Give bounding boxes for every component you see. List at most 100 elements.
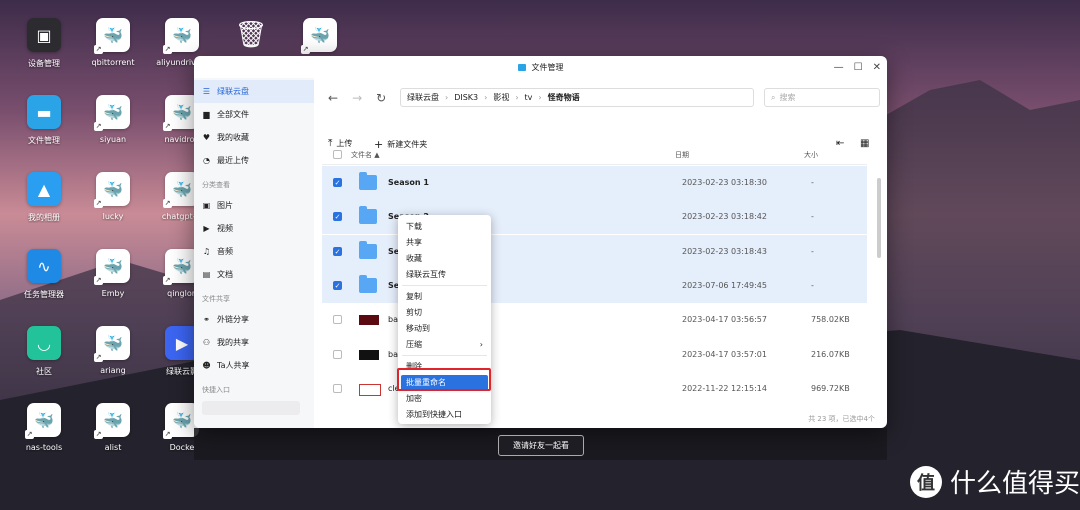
maximize-icon[interactable]: ☐: [854, 62, 863, 73]
breadcrumb-item[interactable]: 影视: [493, 92, 509, 103]
sidebar-item-ugreen-cloud[interactable]: ☰ 绿联云盘: [194, 80, 314, 103]
breadcrumb-item[interactable]: DISK3: [454, 93, 478, 102]
desktop-icon-label: siyuan: [99, 135, 127, 144]
row-checkbox[interactable]: [333, 384, 342, 393]
search-input[interactable]: ⌕ 搜索: [764, 88, 880, 107]
shortcut-arrow-icon: ↗: [163, 122, 172, 131]
desktop-icon[interactable]: 🐳 ↗ Emby: [75, 249, 151, 298]
folder-app-icon: [517, 63, 526, 71]
breadcrumb-item[interactable]: tv: [525, 93, 533, 102]
context-menu-item[interactable]: 压缩 ›: [398, 337, 491, 353]
back-icon[interactable]: ←: [328, 91, 338, 105]
invite-friends-button[interactable]: 邀请好友一起看: [498, 435, 584, 456]
context-menu-item-label: 剪切: [406, 308, 422, 317]
column-name[interactable]: 文件名 ▲: [351, 150, 380, 160]
chevron-right-icon: ›: [479, 340, 483, 349]
desktop-icon-label: 社区: [36, 367, 52, 376]
breadcrumb-item[interactable]: 绿联云盘: [407, 92, 439, 103]
context-menu-item[interactable]: 下载: [398, 219, 491, 235]
scrollbar[interactable]: [877, 178, 881, 258]
file-date: 2023-07-06 17:49:45: [682, 281, 767, 290]
shortcut-arrow-icon: ↗: [301, 45, 310, 54]
desktop-icon[interactable]: ▣ 设备管理: [6, 18, 82, 69]
context-menu-item-label: 添加到快捷入口: [406, 410, 462, 419]
sidebar-item-all-files[interactable]: ▆ 全部文件: [194, 103, 314, 126]
context-menu-item[interactable]: 剪切: [398, 305, 491, 321]
column-size[interactable]: 大小: [804, 150, 818, 160]
desktop-icon-label: Emby: [101, 289, 125, 298]
sidebar-item-my-share[interactable]: ⚇ 我的共享: [194, 331, 314, 354]
file-date: 2023-04-17 03:57:01: [682, 350, 767, 359]
desktop-icon[interactable]: 🗑: [213, 18, 289, 58]
folder-icon: [359, 206, 377, 224]
desktop-icon[interactable]: ◡ 社区: [6, 326, 82, 377]
context-menu-item[interactable]: 添加到快捷入口: [398, 407, 491, 423]
desktop-icon[interactable]: ▬ 文件管理: [6, 95, 82, 146]
title-bar[interactable]: 文件管理 — ☐ ✕: [194, 56, 887, 78]
shortcut-arrow-icon: ↗: [163, 430, 172, 439]
context-menu-item-label: 收藏: [406, 254, 422, 263]
file-size: 758.02KB: [811, 315, 850, 324]
desktop-icon[interactable]: 🐳 ↗ lucky: [75, 172, 151, 221]
shortcut-arrow-icon: ↗: [94, 430, 103, 439]
photo-icon: ▲: [37, 179, 51, 199]
desktop-icon[interactable]: 🐳 ↗ nas-tools: [6, 403, 82, 452]
heart-icon: ♥: [202, 133, 211, 142]
shortcut-arrow-icon: ↗: [94, 199, 103, 208]
sidebar-item-label: 最近上传: [217, 156, 249, 165]
sidebar-item-recent[interactable]: ◔ 最近上传: [194, 149, 314, 172]
row-checkbox[interactable]: ✓: [333, 247, 342, 256]
row-checkbox[interactable]: ✓: [333, 212, 342, 221]
context-menu-item[interactable]: 加密: [398, 391, 491, 407]
sidebar-item-favorites[interactable]: ♥ 我的收藏: [194, 126, 314, 149]
select-all-checkbox[interactable]: [333, 150, 342, 159]
desktop-icon[interactable]: 🐳 ↗ ariang: [75, 326, 151, 375]
minimize-icon[interactable]: —: [834, 62, 844, 73]
context-menu-item[interactable]: 绿联云互传: [398, 267, 491, 283]
list-icon: ☰: [202, 87, 211, 96]
sidebar-item-audio[interactable]: ♫ 音频: [194, 240, 314, 263]
close-icon[interactable]: ✕: [873, 62, 881, 73]
context-menu-item[interactable]: 收藏: [398, 251, 491, 267]
desktop-icon[interactable]: 🐳 ↗: [282, 18, 358, 58]
context-menu-item[interactable]: 复制: [398, 289, 491, 305]
context-menu-item[interactable]: 移动到: [398, 321, 491, 337]
refresh-icon[interactable]: ↻: [376, 91, 386, 105]
context-menu-item[interactable]: 共享: [398, 235, 491, 251]
breadcrumb-current[interactable]: 怪奇物语: [548, 92, 580, 103]
sidebar-item-link-share[interactable]: ⚭ 外链分享: [194, 308, 314, 331]
sidebar-item-others-share[interactable]: ☻ Ta人共享: [194, 354, 314, 377]
docker-icon: 🐳: [172, 256, 192, 276]
docker-icon: 🐳: [34, 410, 54, 430]
sidebar-item-docs[interactable]: ▤ 文档: [194, 263, 314, 286]
section-share-heading: 文件共享: [202, 295, 230, 303]
forward-icon[interactable]: →: [352, 91, 362, 105]
column-date[interactable]: 日期: [675, 150, 689, 160]
desktop-icon[interactable]: ▲ 我的相册: [6, 172, 82, 223]
search-placeholder: 搜索: [779, 93, 796, 102]
sidebar-item-images[interactable]: ▣ 图片: [194, 194, 314, 217]
docker-icon: 🐳: [172, 410, 192, 430]
docker-icon: 🐳: [310, 25, 330, 45]
quick-entry-placeholder: [202, 401, 300, 415]
sidebar-item-videos[interactable]: ▶ 视频: [194, 217, 314, 240]
sidebar-item-label: 图片: [217, 201, 233, 210]
desktop-icon[interactable]: 🐳 ↗ siyuan: [75, 95, 151, 144]
docker-icon: 🐳: [172, 25, 192, 45]
image-thumbnail: [359, 315, 379, 325]
docker-icon: 🐳: [172, 179, 192, 199]
row-checkbox[interactable]: [333, 315, 342, 324]
desktop-icon[interactable]: 🐳 ↗ qbittorrent: [75, 18, 151, 67]
table-row[interactable]: ✓ Season 1 2023-02-23 03:18:30 -: [322, 166, 867, 200]
shortcut-arrow-icon: ↗: [94, 122, 103, 131]
sidebar-item-label: 绿联云盘: [217, 87, 249, 96]
clock-icon: ◔: [203, 156, 210, 165]
row-checkbox[interactable]: [333, 350, 342, 359]
context-menu-item-label: 下载: [406, 222, 422, 231]
desktop-icon[interactable]: ∿ 任务管理器: [6, 249, 82, 300]
sidebar-item-label: 我的收藏: [217, 133, 249, 142]
row-checkbox[interactable]: ✓: [333, 178, 342, 187]
desktop-icon[interactable]: 🐳 ↗ alist: [75, 403, 151, 452]
row-checkbox[interactable]: ✓: [333, 281, 342, 290]
sidebar-item-label: 外链分享: [217, 315, 249, 324]
